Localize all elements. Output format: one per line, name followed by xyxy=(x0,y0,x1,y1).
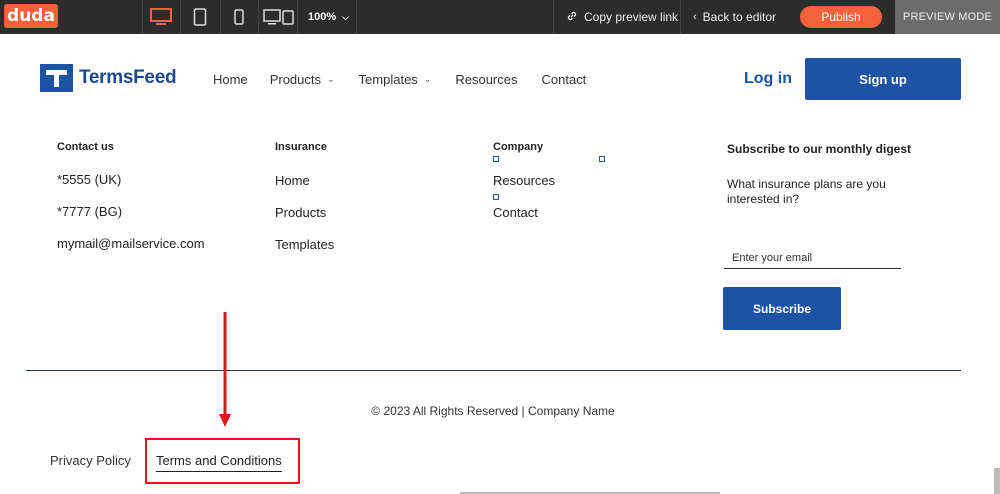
contact-email[interactable]: mymail@mailservice.com xyxy=(57,237,205,269)
footer-link-resources[interactable]: Resources xyxy=(493,174,555,206)
subscribe-question: What insurance plans are you interested … xyxy=(727,177,886,206)
duda-logo[interactable]: duda xyxy=(4,4,58,28)
chevron-down-icon: ⌄ xyxy=(423,73,432,84)
company-column: Company Resources Contact xyxy=(493,141,555,238)
publish-button[interactable]: Publish xyxy=(800,6,882,28)
privacy-policy-link[interactable]: Privacy Policy xyxy=(50,453,131,468)
toolbar-divider xyxy=(297,0,298,34)
toolbar-divider xyxy=(142,0,143,34)
contact-column: Contact us *5555 (UK) *7777 (BG) mymail@… xyxy=(57,141,205,269)
footer-divider xyxy=(26,370,961,371)
main-nav: Home Products ⌄ Templates ⌄ Resources Cont… xyxy=(213,70,586,88)
nav-resources[interactable]: Resources xyxy=(455,70,517,88)
footer-link-contact[interactable]: Contact xyxy=(493,206,555,238)
chevron-left-icon: ‹ xyxy=(693,11,697,23)
copy-preview-link-label: Copy preview link xyxy=(584,10,679,24)
annotation-arrow-icon xyxy=(219,312,231,427)
preview-mode-label: PREVIEW MODE xyxy=(895,0,1000,34)
footer-link-home[interactable]: Home xyxy=(275,174,334,206)
zoom-level: 100% xyxy=(308,11,337,23)
insurance-column: Insurance Home Products Templates xyxy=(275,141,334,270)
copyright-text: © 2023 All Rights Reserved | Company Nam… xyxy=(371,404,615,418)
nav-products[interactable]: Products ⌄ xyxy=(270,70,335,88)
footer-link-templates[interactable]: Templates xyxy=(275,238,334,270)
nav-label: Products xyxy=(269,71,321,87)
toolbar-divider xyxy=(680,0,681,34)
chevron-down-icon: ⌵ xyxy=(342,11,349,22)
email-input[interactable] xyxy=(724,248,901,269)
site-logo[interactable]: TermsFeed xyxy=(40,64,177,92)
nav-templates[interactable]: Templates ⌄ xyxy=(359,70,432,88)
column-title: Insurance xyxy=(275,141,327,153)
chevron-down-icon: ⌄ xyxy=(327,73,335,84)
subscribe-button[interactable]: Subscribe xyxy=(723,287,841,330)
desktop-view-icon[interactable] xyxy=(148,7,174,27)
all-devices-icon[interactable] xyxy=(262,7,296,27)
toolbar-divider xyxy=(220,0,221,34)
back-to-editor-label: Back to editor xyxy=(702,10,777,24)
nav-contact[interactable]: Contact xyxy=(541,70,586,88)
scrollbar-thumb[interactable] xyxy=(994,468,1000,494)
signup-button[interactable]: Sign up xyxy=(805,58,961,100)
editor-toolbar: duda 100% ⌵ Copy preview link ‹ Back to … xyxy=(0,0,1000,34)
tablet-view-icon[interactable] xyxy=(190,7,210,27)
copy-preview-link-button[interactable]: Copy preview link xyxy=(566,0,678,34)
nav-label: Templates xyxy=(358,71,418,87)
contact-phone-bg: *7777 (BG) xyxy=(57,204,123,219)
contact-phone-uk: *5555 (UK) xyxy=(57,172,122,187)
zoom-select[interactable]: 100% ⌵ xyxy=(300,0,356,34)
subscribe-title: Subscribe to our monthly digest xyxy=(727,142,912,156)
nav-label: Resources xyxy=(455,71,518,87)
mobile-view-icon[interactable] xyxy=(230,7,248,27)
back-to-editor-button[interactable]: ‹ Back to editor xyxy=(693,0,776,34)
toolbar-divider xyxy=(180,0,181,34)
nav-home[interactable]: Home xyxy=(213,70,248,88)
link-icon xyxy=(566,10,578,25)
login-link[interactable]: Log in xyxy=(744,70,792,88)
nav-label: Contact xyxy=(541,71,587,87)
selection-handle xyxy=(493,194,499,200)
toolbar-divider xyxy=(258,0,259,34)
selection-handle xyxy=(599,156,605,162)
footer-link-products[interactable]: Products xyxy=(275,206,334,238)
column-title: Contact us xyxy=(57,141,114,153)
brand-name: TermsFeed xyxy=(79,67,177,88)
toolbar-divider xyxy=(553,0,554,34)
termsfeed-logo-icon xyxy=(40,64,73,92)
selection-handle xyxy=(493,156,499,162)
toolbar-divider xyxy=(356,0,357,34)
highlight-box xyxy=(145,438,300,484)
nav-label: Home xyxy=(213,71,248,87)
column-title: Company xyxy=(493,141,544,153)
